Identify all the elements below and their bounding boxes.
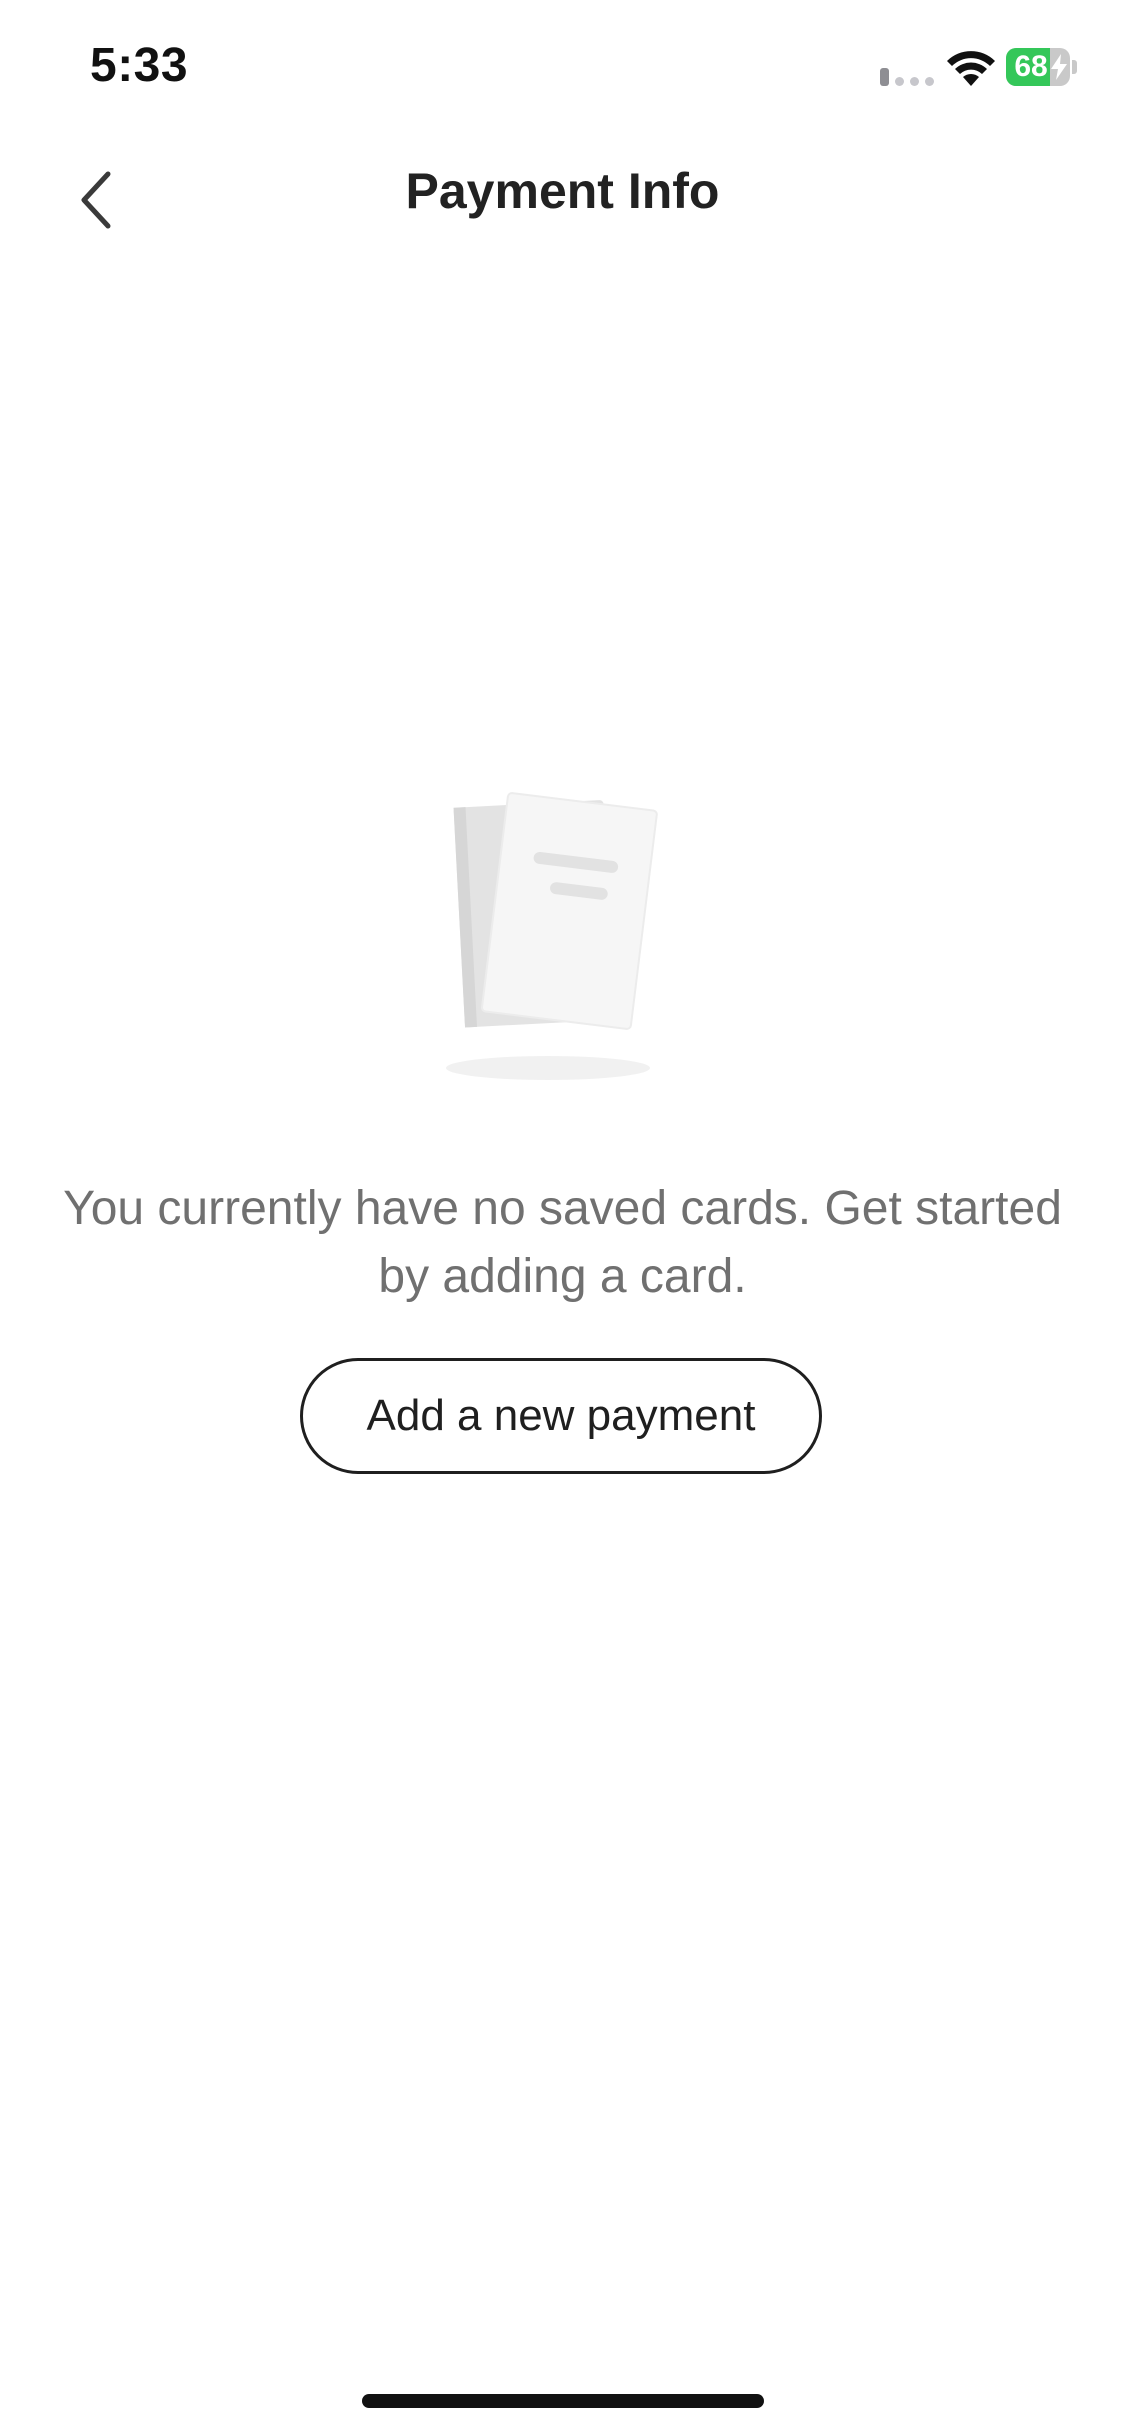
cellular-signal-icon [880, 68, 934, 86]
status-time: 5:33 [90, 39, 189, 92]
add-payment-button[interactable]: Add a new payment [300, 1358, 822, 1474]
battery-body: 68 [1006, 48, 1070, 86]
battery-charging-icon [1051, 54, 1067, 80]
battery-indicator: 68 [1006, 48, 1077, 86]
empty-state-message: You currently have no saved cards. Get s… [63, 1182, 1062, 1303]
battery-cap [1072, 60, 1077, 74]
navigation-bar: Payment Info [0, 140, 1125, 260]
wifi-icon [947, 51, 995, 86]
documents-icon [446, 792, 658, 1080]
battery-level: 68 [1014, 50, 1048, 83]
home-indicator [362, 2394, 764, 2408]
page-title: Payment Info [405, 163, 720, 219]
status-bar: 5:33 68 [0, 0, 1125, 140]
